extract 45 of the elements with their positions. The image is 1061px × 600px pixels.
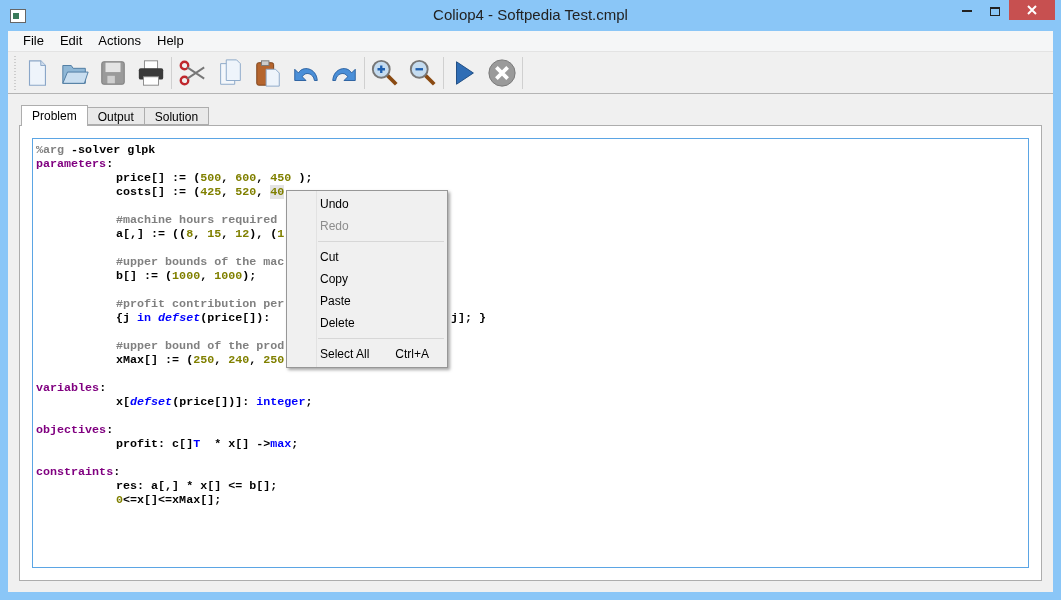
code-line: profit: c[]T * x[] ->max; <box>116 437 299 451</box>
tab[interactable]: Solution <box>143 107 210 125</box>
tab[interactable]: Output <box>86 107 145 125</box>
code-line: #upper bound of the prod <box>116 339 285 353</box>
code-line: #machine hours required <box>116 213 278 227</box>
code-line: constraints: <box>36 465 121 479</box>
context-menu-item[interactable]: Cut <box>287 246 447 268</box>
context-menu-item[interactable]: Copy <box>287 268 447 290</box>
menu-item[interactable]: Actions <box>90 31 149 51</box>
maximize-icon <box>990 6 1000 16</box>
toolbar-grip-icon[interactable] <box>14 55 17 90</box>
zoom-in-icon[interactable] <box>370 57 400 88</box>
close-button[interactable] <box>1009 0 1055 20</box>
code-line: price[] := (500, 600, 450 ); <box>116 171 313 185</box>
clipboard-icon[interactable] <box>253 57 283 88</box>
tab[interactable]: Problem <box>21 105 88 126</box>
code-line: objectives: <box>36 423 114 437</box>
close-icon <box>1027 5 1037 15</box>
code-line: {j in defset(price[]): <box>116 311 271 325</box>
context-menu-item[interactable]: Paste <box>287 290 447 312</box>
code-line: x[defset(price[])]: integer; <box>116 395 313 409</box>
code-line: b[] := (1000, 1000); <box>116 269 257 283</box>
zoom-out-icon[interactable] <box>408 57 438 88</box>
code-fragment: j]; } <box>451 311 487 325</box>
code-line: %arg -solver glpk <box>36 143 156 157</box>
menu-item[interactable]: File <box>15 31 52 51</box>
minimize-icon <box>962 9 972 13</box>
code-line: #upper bounds of the mac <box>116 255 285 269</box>
context-menu-item[interactable]: Select All Ctrl+A <box>287 343 447 365</box>
app-icon[interactable] <box>10 8 26 23</box>
code-line: a[,] := ((8, 15, 12), (1 <box>116 227 285 241</box>
menu-item[interactable]: Edit <box>51 31 91 51</box>
stop-icon[interactable] <box>487 57 517 88</box>
code-line: costs[] := (425, 520, 40 <box>116 185 285 199</box>
context-menu-item[interactable]: Delete <box>287 312 447 334</box>
code-line: xMax[] := (250, 240, 250 <box>116 353 285 367</box>
context-menu-item[interactable]: Undo <box>287 193 447 215</box>
printer-icon[interactable] <box>136 57 166 88</box>
code-line: res: a[,] * x[] <= b[]; <box>116 479 278 493</box>
code-line: #profit contribution per <box>116 297 285 311</box>
code-line: parameters: <box>36 157 114 171</box>
code-line: variables: <box>36 381 107 395</box>
menu-item[interactable]: Help <box>149 31 192 51</box>
window-title: Coliop4 - Softpedia Test.cmpl <box>433 5 628 26</box>
code-line: 0<=x[]<=xMax[]; <box>116 493 222 507</box>
